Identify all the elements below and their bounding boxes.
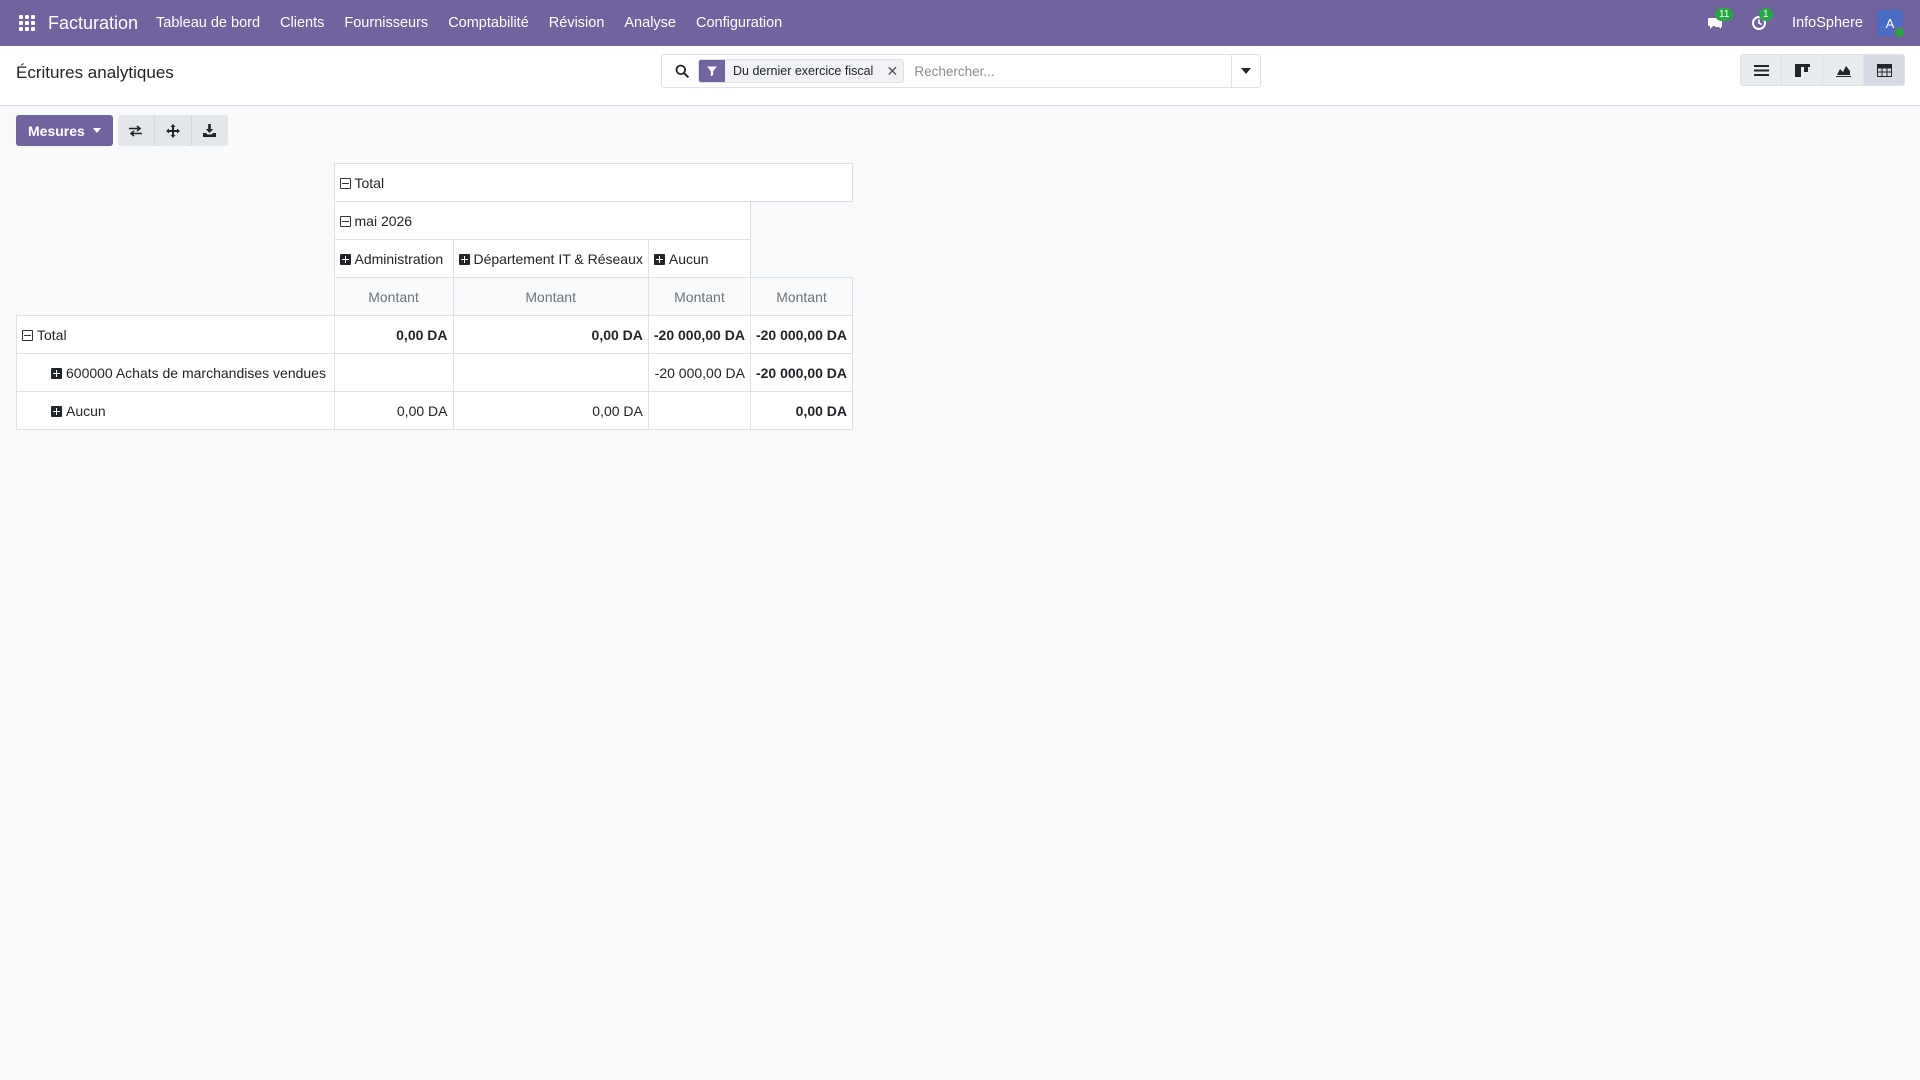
- row-header-label: 600000 Achats de marchandises vendues: [66, 364, 326, 381]
- messages-badge: 11: [1715, 8, 1734, 21]
- measures-dropdown-button[interactable]: Mesures: [16, 115, 113, 146]
- menu-revision[interactable]: Révision: [539, 15, 615, 31]
- collapse-icon[interactable]: [339, 177, 351, 189]
- col-header-period-label: mai 2026: [354, 212, 413, 229]
- top-navbar: Facturation Tableau de bord Clients Four…: [0, 0, 1920, 46]
- pivot-view-icon[interactable]: [1864, 55, 1904, 85]
- pivot-header-row-total: Total: [17, 163, 864, 202]
- facet-label: Du dernier exercice fiscal: [733, 64, 874, 78]
- facet-remove-icon[interactable]: ✕: [881, 60, 903, 82]
- col-header-departement-it[interactable]: Département IT & Réseaux: [452, 239, 649, 278]
- app-brand[interactable]: Facturation: [48, 13, 138, 34]
- search-icon[interactable]: [668, 64, 696, 78]
- company-switcher[interactable]: InfoSphere: [1792, 15, 1863, 31]
- row-header-achats[interactable]: 600000 Achats de marchandises vendues: [16, 353, 335, 392]
- user-avatar[interactable]: A: [1877, 10, 1906, 39]
- col-header-aucun[interactable]: Aucun: [647, 239, 751, 278]
- view-switcher: [1740, 54, 1905, 86]
- row-header-label: Total: [37, 326, 67, 343]
- measure-header[interactable]: Montant: [647, 277, 751, 316]
- navbar-systray: 11 1 InfoSphere A: [1704, 0, 1920, 46]
- pivot-header-row-groups: Administration Département IT & Réseaux …: [17, 239, 864, 278]
- pivot-table: Total mai 2026 Administration Départemen…: [16, 163, 864, 430]
- pivot-cell[interactable]: [452, 353, 649, 392]
- col-header-label: Aucun: [668, 250, 709, 267]
- table-row: Aucun 0,00 DA 0,00 DA 0,00 DA: [16, 391, 864, 430]
- menu-clients[interactable]: Clients: [270, 15, 334, 31]
- col-header-administration[interactable]: Administration: [333, 239, 454, 278]
- col-header-label: Administration: [354, 250, 444, 267]
- pivot-header-row-period: mai 2026: [17, 201, 864, 240]
- collapse-icon[interactable]: [22, 329, 33, 341]
- pivot-cell[interactable]: 0,00 DA: [452, 315, 649, 354]
- row-header-aucun[interactable]: Aucun: [16, 391, 335, 430]
- measure-header[interactable]: Montant: [452, 277, 649, 316]
- search-options-toggle[interactable]: [1231, 55, 1260, 87]
- pivot-cell[interactable]: -20 000,00 DA: [647, 353, 751, 392]
- col-header-total-label: Total: [354, 174, 385, 191]
- graph-view-icon[interactable]: [1823, 55, 1864, 85]
- expand-icon[interactable]: [653, 253, 665, 265]
- expand-icon[interactable]: [458, 253, 470, 265]
- measures-label: Mesures: [28, 122, 85, 139]
- menu-comptabilite[interactable]: Comptabilité: [438, 15, 539, 31]
- menu-fournisseurs[interactable]: Fournisseurs: [334, 15, 438, 31]
- search-bar: Du dernier exercice fiscal ✕: [661, 54, 1261, 88]
- menu-configuration[interactable]: Configuration: [686, 15, 792, 31]
- expand-icon[interactable]: [51, 367, 62, 379]
- caret-down-icon: [92, 128, 101, 133]
- pivot-actions: [117, 115, 228, 146]
- pivot-cell[interactable]: [333, 353, 454, 392]
- expand-icon[interactable]: [339, 253, 351, 265]
- flip-axis-button[interactable]: [117, 115, 155, 146]
- online-status-icon: [1893, 26, 1906, 39]
- expand-all-button[interactable]: [154, 115, 192, 146]
- search-input[interactable]: [912, 62, 1231, 80]
- expand-icon[interactable]: [51, 405, 62, 417]
- col-header-label: Département IT & Réseaux: [473, 250, 643, 267]
- kanban-view-icon[interactable]: [1782, 55, 1823, 85]
- table-row: Total 0,00 DA 0,00 DA -20 000,00 DA -20 …: [16, 315, 864, 354]
- exchange-icon: [129, 124, 143, 137]
- pivot-toolbar: Mesures: [16, 115, 228, 146]
- messages-icon[interactable]: 11: [1704, 8, 1734, 34]
- menu-analyse[interactable]: Analyse: [614, 15, 686, 31]
- search-facet-filter: Du dernier exercice fiscal ✕: [698, 59, 905, 83]
- pivot-cell-total[interactable]: 0,00 DA: [749, 391, 854, 430]
- pivot-cell[interactable]: 0,00 DA: [333, 315, 454, 354]
- pivot-measure-row: Montant Montant Montant Montant: [17, 277, 864, 316]
- pivot-cell-total[interactable]: -20 000,00 DA: [749, 353, 854, 392]
- pivot-cell[interactable]: 0,00 DA: [333, 391, 454, 430]
- pivot-cell[interactable]: 0,00 DA: [452, 391, 649, 430]
- download-icon: [203, 124, 217, 137]
- arrows-icon: [165, 123, 180, 138]
- filter-icon: [699, 60, 725, 82]
- measure-header[interactable]: Montant: [749, 277, 854, 316]
- pivot-cell-total[interactable]: -20 000,00 DA: [749, 315, 854, 354]
- row-header-total[interactable]: Total: [16, 315, 335, 354]
- col-header-total[interactable]: Total: [333, 163, 854, 202]
- table-row: 600000 Achats de marchandises vendues -2…: [16, 353, 864, 392]
- page-title: Écritures analytiques: [16, 63, 174, 82]
- caret-down-icon: [1241, 68, 1251, 74]
- download-xlsx-button[interactable]: [191, 115, 228, 146]
- control-panel: Écritures analytiques Du dernier exercic…: [0, 46, 1920, 106]
- list-view-icon[interactable]: [1741, 55, 1782, 85]
- measure-header[interactable]: Montant: [333, 277, 454, 316]
- activities-badge: 1: [1759, 8, 1773, 21]
- activities-clock-icon[interactable]: 1: [1748, 8, 1773, 34]
- pivot-cell[interactable]: -20 000,00 DA: [647, 315, 751, 354]
- row-header-label: Aucun: [66, 402, 106, 419]
- menu-tableau-de-bord[interactable]: Tableau de bord: [146, 15, 270, 31]
- col-header-period[interactable]: mai 2026: [333, 201, 751, 240]
- pivot-cell[interactable]: [647, 391, 751, 430]
- collapse-icon[interactable]: [339, 215, 351, 227]
- apps-menu-icon[interactable]: [19, 15, 35, 31]
